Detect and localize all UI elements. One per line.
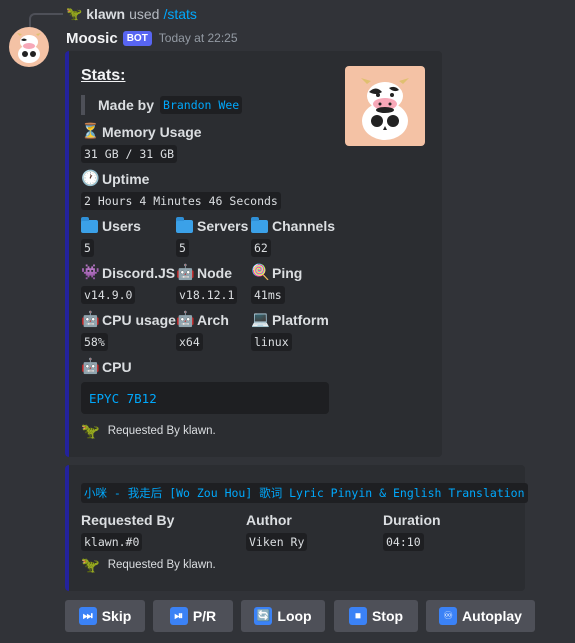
dinosaur-icon: 🦖 <box>81 423 100 440</box>
stop-button[interactable]: ⏹ Stop <box>334 600 418 632</box>
now-playing-embed: 小咪 - 我走后 [Wo Zou Hou] 歌词 Lyric Pinyin & … <box>65 465 528 591</box>
play-pause-icon: ⏯ <box>169 607 188 625</box>
field-label: Discord.JS <box>102 265 176 281</box>
clock-icon: 🕐 <box>81 170 100 187</box>
field-value: v14.9.0 <box>81 286 136 304</box>
robot-icon: 🤖 <box>176 311 195 328</box>
field-label: CPU usage <box>102 312 176 328</box>
cow-skull-icon <box>17 33 41 63</box>
message-header: Moosic BOT Today at 22:25 <box>66 28 238 48</box>
embed-footer: 🦖 Requested By klawn. <box>81 556 216 574</box>
field-cpu: 🤖 CPU <box>81 358 132 376</box>
field-value: 5 <box>176 239 189 257</box>
button-label: Loop <box>277 608 312 624</box>
field-label: Ping <box>272 265 303 281</box>
skip-button[interactable]: ⏭ Skip <box>65 600 145 632</box>
field-value: 5 <box>81 239 94 257</box>
field-value: 62 <box>251 239 271 257</box>
footer-text: Requested By klawn. <box>107 425 216 437</box>
stop-icon: ⏹ <box>348 607 367 625</box>
field-value: x64 <box>176 333 203 351</box>
footer-text: Requested By klawn. <box>107 559 216 571</box>
field-uptime: 🕐 Uptime 2 Hours 4 Minutes 46 Seconds <box>81 170 281 210</box>
field-label: Channels <box>272 218 336 234</box>
laptop-icon: 💻 <box>251 311 270 328</box>
field-value: v18.12.1 <box>176 286 238 304</box>
field-platform: 💻 Platform linux <box>251 311 329 351</box>
field-value: 31 GB / 31 GB <box>81 145 178 163</box>
field-requested-by: Requested By klawn.#0 <box>81 511 174 551</box>
button-label: Skip <box>101 608 132 624</box>
reply-used-text: used <box>129 6 160 22</box>
field-users: Users 5 <box>81 216 141 257</box>
pause-resume-button[interactable]: ⏯ P/R <box>153 600 233 632</box>
embed-thumbnail[interactable] <box>345 66 425 146</box>
field-author: Author Viken Ry <box>246 511 308 551</box>
button-label: Stop <box>371 608 404 624</box>
field-label: Node <box>197 265 232 281</box>
bot-badge: BOT <box>122 30 152 46</box>
reply-username[interactable]: klawn <box>86 6 125 22</box>
robot-icon: 🤖 <box>176 264 195 281</box>
field-label: Arch <box>197 312 229 328</box>
field-label: Author <box>246 512 292 528</box>
made-by-label: Made by <box>98 97 155 113</box>
field-servers: Servers 5 <box>176 216 249 257</box>
field-label: Users <box>102 218 141 234</box>
reply-connector <box>29 13 63 29</box>
embed-title: Stats: <box>81 67 126 84</box>
field-label: Platform <box>272 312 329 328</box>
robot-icon: 🤖 <box>81 311 100 328</box>
field-duration: Duration 04:10 <box>383 511 441 551</box>
folder-icon <box>251 216 268 233</box>
field-value: 2 Hours 4 Minutes 46 Seconds <box>81 192 281 210</box>
field-node: 🤖 Node v18.12.1 <box>176 264 238 304</box>
field-value: 58% <box>81 333 108 351</box>
folder-icon <box>176 216 193 233</box>
stats-embed: Stats: Made by Brandon Wee ⏳ Memory Usage… <box>65 51 442 457</box>
autoplay-button[interactable]: ♾ Autoplay <box>426 600 535 632</box>
hourglass-icon: ⏳ <box>81 123 100 140</box>
cpu-code-block: EPYC 7B12 <box>81 382 329 414</box>
field-value: Viken Ry <box>246 533 308 551</box>
infinity-icon: ♾ <box>439 607 458 625</box>
alien-monster-icon: 👾 <box>81 264 100 281</box>
field-ping: 🍭 Ping 41ms <box>251 264 302 304</box>
robot-icon: 🤖 <box>81 358 100 375</box>
made-by-quote: Made by Brandon Wee <box>81 95 243 115</box>
field-channels: Channels 62 <box>251 216 336 257</box>
dinosaur-icon: 🦖 <box>81 557 100 574</box>
skip-icon: ⏭ <box>78 607 97 625</box>
bot-name[interactable]: Moosic <box>66 30 118 47</box>
field-label: Requested By <box>81 512 175 528</box>
field-memory: ⏳ Memory Usage 31 GB / 31 GB <box>81 123 202 163</box>
button-label: Autoplay <box>462 608 522 624</box>
field-value: 04:10 <box>383 533 424 551</box>
field-label: Servers <box>197 218 249 234</box>
field-label: Duration <box>383 512 441 528</box>
song-title[interactable]: 小咪 - 我走后 [Wo Zou Hou] 歌词 Lyric Pinyin & … <box>81 483 528 503</box>
field-cpu-usage: 🤖 CPU usage 58% <box>81 311 176 351</box>
made-by-value: Brandon Wee <box>160 96 243 114</box>
dinosaur-icon: 🦖 <box>66 6 83 21</box>
reply-context[interactable]: 🦖 klawn used /stats <box>66 5 197 23</box>
avatar[interactable] <box>9 27 49 67</box>
field-label: Uptime <box>102 171 150 187</box>
field-arch: 🤖 Arch x64 <box>176 311 229 351</box>
cow-skull-icon <box>361 78 409 140</box>
message-timestamp: Today at 22:25 <box>158 31 238 45</box>
button-label: P/R <box>192 608 217 624</box>
loop-icon: 🔄 <box>254 607 273 625</box>
lollipop-icon: 🍭 <box>251 264 270 281</box>
field-label: Memory Usage <box>102 124 202 140</box>
loop-button[interactable]: 🔄 Loop <box>241 600 325 632</box>
field-value: linux <box>251 333 292 351</box>
folder-icon <box>81 216 98 233</box>
field-value: 41ms <box>251 286 285 304</box>
field-value: klawn.#0 <box>81 533 143 551</box>
field-discordjs: 👾 Discord.JS v14.9.0 <box>81 264 175 304</box>
field-label: CPU <box>102 359 132 375</box>
reply-command[interactable]: /stats <box>163 6 196 22</box>
embed-footer: 🦖 Requested By klawn. <box>81 422 216 440</box>
